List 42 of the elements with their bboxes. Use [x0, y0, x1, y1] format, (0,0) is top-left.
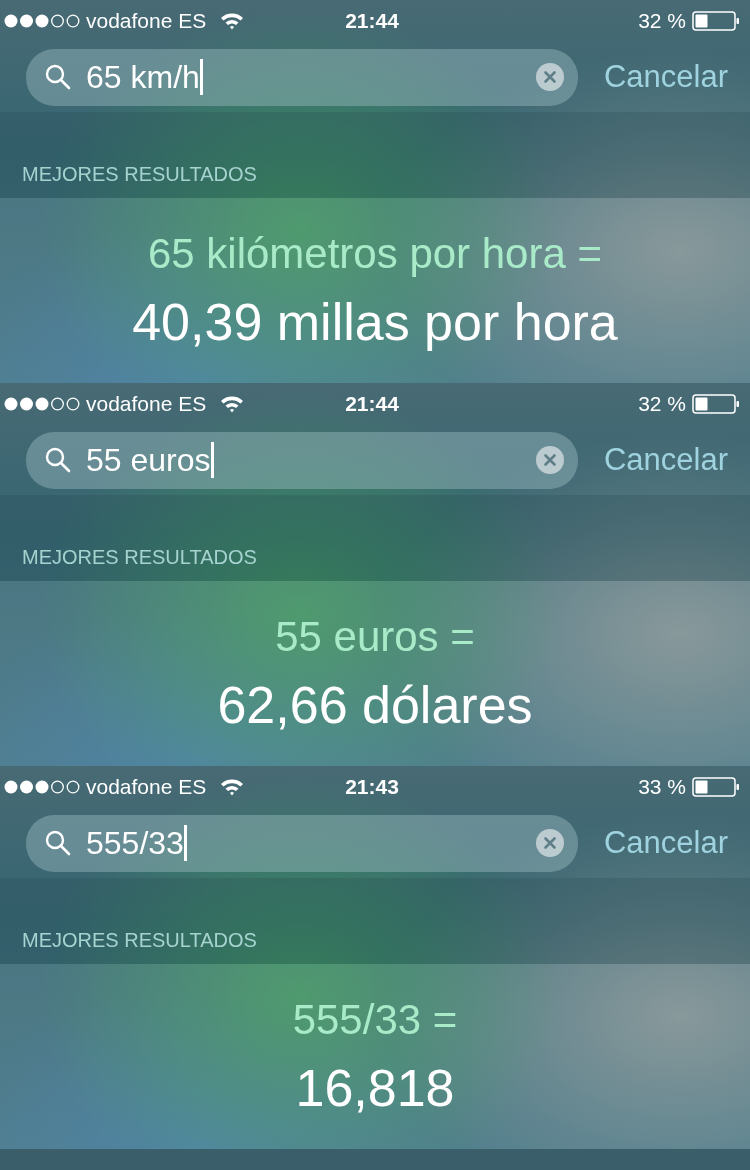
search-icon — [44, 63, 72, 91]
wifi-icon — [220, 12, 245, 30]
result-card[interactable]: 65 kilómetros por hora = 40,39 millas por hora — [0, 198, 750, 383]
search-icon — [44, 446, 72, 474]
section-header: MEJORES RESULTADOS — [22, 546, 257, 569]
result-answer: 40,39 millas por hora — [132, 291, 618, 352]
status-time: 21:44 — [345, 9, 399, 33]
battery-icon — [692, 777, 740, 797]
clear-icon[interactable] — [535, 63, 564, 91]
battery-percentage: 33 % — [638, 775, 686, 799]
status-time: 21:44 — [345, 392, 399, 416]
result-card[interactable]: 555/33 = 16,818 — [0, 964, 750, 1149]
section-header: MEJORES RESULTADOS — [22, 929, 257, 952]
clear-icon[interactable] — [535, 446, 564, 474]
battery-percentage: 32 % — [638, 392, 686, 416]
wifi-icon — [220, 778, 245, 796]
clear-icon[interactable] — [535, 829, 564, 857]
result-query: 65 kilómetros por hora = — [147, 229, 603, 278]
result-card[interactable]: 55 euros = 62,66 dólares — [0, 581, 750, 766]
search-field[interactable]: 65 km/h — [26, 48, 578, 106]
result-query: 555/33 = — [292, 995, 458, 1044]
status-time: 21:43 — [345, 775, 399, 799]
wifi-icon — [220, 395, 245, 413]
carrier-name: vodafone ES — [86, 392, 207, 416]
cancel-button[interactable]: Cancelar — [603, 59, 728, 95]
signal-icon — [4, 780, 80, 794]
section-header: MEJORES RESULTADOS — [22, 163, 257, 186]
cancel-button[interactable]: Cancelar — [603, 825, 728, 861]
search-field[interactable]: 555/33 — [26, 814, 578, 872]
carrier-name: vodafone ES — [86, 9, 207, 33]
result-answer: 62,66 dólares — [217, 674, 533, 735]
cancel-button[interactable]: Cancelar — [603, 442, 728, 478]
signal-icon — [4, 14, 80, 28]
search-icon — [44, 829, 72, 857]
result-answer: 16,818 — [295, 1057, 455, 1118]
battery-icon — [692, 11, 740, 31]
signal-icon — [4, 397, 80, 411]
carrier-name: vodafone ES — [86, 775, 207, 799]
battery-percentage: 32 % — [638, 9, 686, 33]
search-field[interactable]: 55 euros — [26, 431, 578, 489]
result-query: 55 euros = — [275, 612, 475, 661]
battery-icon — [692, 394, 740, 414]
